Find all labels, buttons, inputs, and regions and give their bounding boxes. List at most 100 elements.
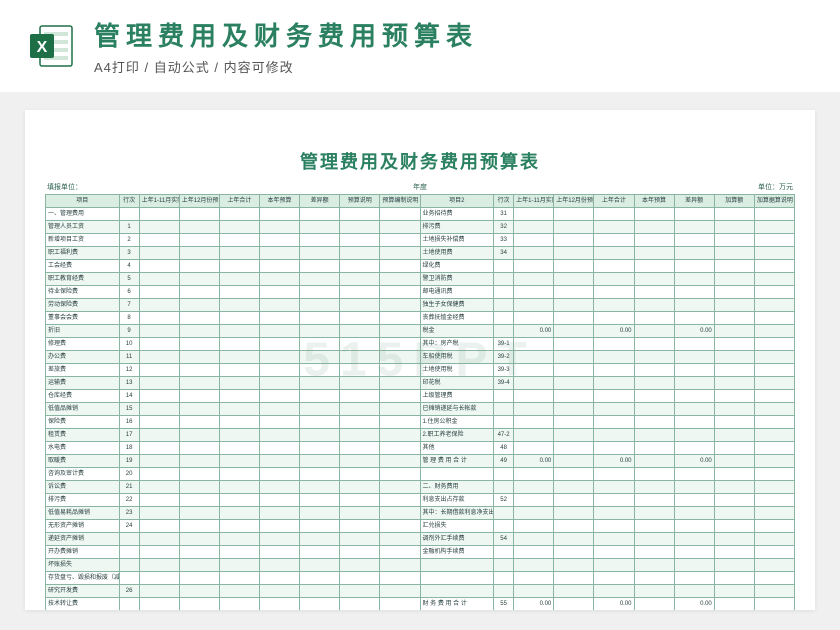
cell — [260, 390, 300, 403]
cell — [674, 338, 714, 351]
cell — [674, 351, 714, 364]
cell — [219, 338, 259, 351]
cell — [514, 221, 554, 234]
cell — [714, 455, 754, 468]
table-row: 开办费摊销金融机构手续费 — [46, 546, 795, 559]
cell — [219, 325, 259, 338]
cell: 0.00 — [674, 455, 714, 468]
cell: 19 — [119, 455, 139, 468]
cell — [179, 598, 219, 611]
cell — [674, 468, 714, 481]
cell: 47-2 — [494, 429, 514, 442]
cell — [594, 572, 634, 585]
cell — [754, 429, 794, 442]
cell — [674, 442, 714, 455]
budget-table: 项目行次上年1-11月实际上年12月份预计上年合计本年预算差异额预算说明预算编制… — [45, 194, 795, 610]
cell — [674, 585, 714, 598]
cell — [340, 221, 380, 234]
cell — [554, 416, 594, 429]
cell — [714, 546, 754, 559]
cell — [714, 325, 754, 338]
cell — [380, 468, 420, 481]
cell — [514, 351, 554, 364]
cell: 21 — [119, 481, 139, 494]
cell — [754, 260, 794, 273]
cell — [179, 312, 219, 325]
cell — [340, 572, 380, 585]
cell — [754, 533, 794, 546]
cell — [594, 208, 634, 221]
cell — [714, 559, 754, 572]
cell — [714, 585, 754, 598]
cell — [300, 559, 340, 572]
cell: 52 — [494, 494, 514, 507]
cell — [594, 273, 634, 286]
cell: 6 — [119, 286, 139, 299]
cell — [554, 494, 594, 507]
cell — [300, 286, 340, 299]
cell — [674, 546, 714, 559]
cell: 管理人员工资 — [46, 221, 120, 234]
cell — [300, 390, 340, 403]
col-header: 差异额 — [674, 195, 714, 208]
cell: 递延资产摊销 — [46, 533, 120, 546]
cell — [260, 299, 300, 312]
cell — [634, 234, 674, 247]
cell — [380, 234, 420, 247]
cell — [494, 507, 514, 520]
cell — [179, 390, 219, 403]
cell — [554, 312, 594, 325]
cell — [634, 546, 674, 559]
cell: 54 — [494, 533, 514, 546]
table-row: 递延资产摊销调剂外汇手续费54 — [46, 533, 795, 546]
cell — [300, 247, 340, 260]
col-header: 行次 — [494, 195, 514, 208]
cell — [714, 338, 754, 351]
cell — [340, 546, 380, 559]
cell — [634, 598, 674, 611]
table-row: 董事会会费8丧葬抚恤金经费 — [46, 312, 795, 325]
cell — [554, 286, 594, 299]
cell — [594, 468, 634, 481]
cell — [179, 585, 219, 598]
cell — [219, 429, 259, 442]
cell — [634, 325, 674, 338]
cell — [494, 559, 514, 572]
cell — [340, 468, 380, 481]
cell — [514, 364, 554, 377]
cell — [754, 598, 794, 611]
cell — [514, 533, 554, 546]
cell — [260, 247, 300, 260]
cell — [139, 507, 179, 520]
cell — [420, 468, 494, 481]
cell: 业务招待费 — [420, 208, 494, 221]
cell — [139, 312, 179, 325]
cell — [554, 507, 594, 520]
cell — [380, 299, 420, 312]
cell — [674, 286, 714, 299]
cell: 管 理 费 用 合 计 — [420, 455, 494, 468]
cell — [380, 377, 420, 390]
cell: 39-4 — [494, 377, 514, 390]
table-row: 无形资产摊销24汇兑损失 — [46, 520, 795, 533]
cell — [300, 429, 340, 442]
cell — [340, 286, 380, 299]
cell — [380, 572, 420, 585]
cell — [634, 351, 674, 364]
cell — [340, 585, 380, 598]
cell — [714, 351, 754, 364]
excel-icon: X — [28, 22, 76, 70]
cell — [119, 533, 139, 546]
cell: 印花税 — [420, 377, 494, 390]
table-row: 待业保险费6邮电通讯费 — [46, 286, 795, 299]
col-header: 行次 — [119, 195, 139, 208]
cell — [714, 507, 754, 520]
spreadsheet-preview: 515PPT 管理费用及财务费用预算表 填报单位： 年度 单位：万元 项目行次上… — [25, 110, 815, 610]
cell — [179, 286, 219, 299]
cell: 独生子女保健费 — [420, 299, 494, 312]
cell: 车船使用税 — [420, 351, 494, 364]
cell — [714, 468, 754, 481]
cell — [754, 390, 794, 403]
cell — [219, 572, 259, 585]
cell: 待业保险费 — [46, 286, 120, 299]
